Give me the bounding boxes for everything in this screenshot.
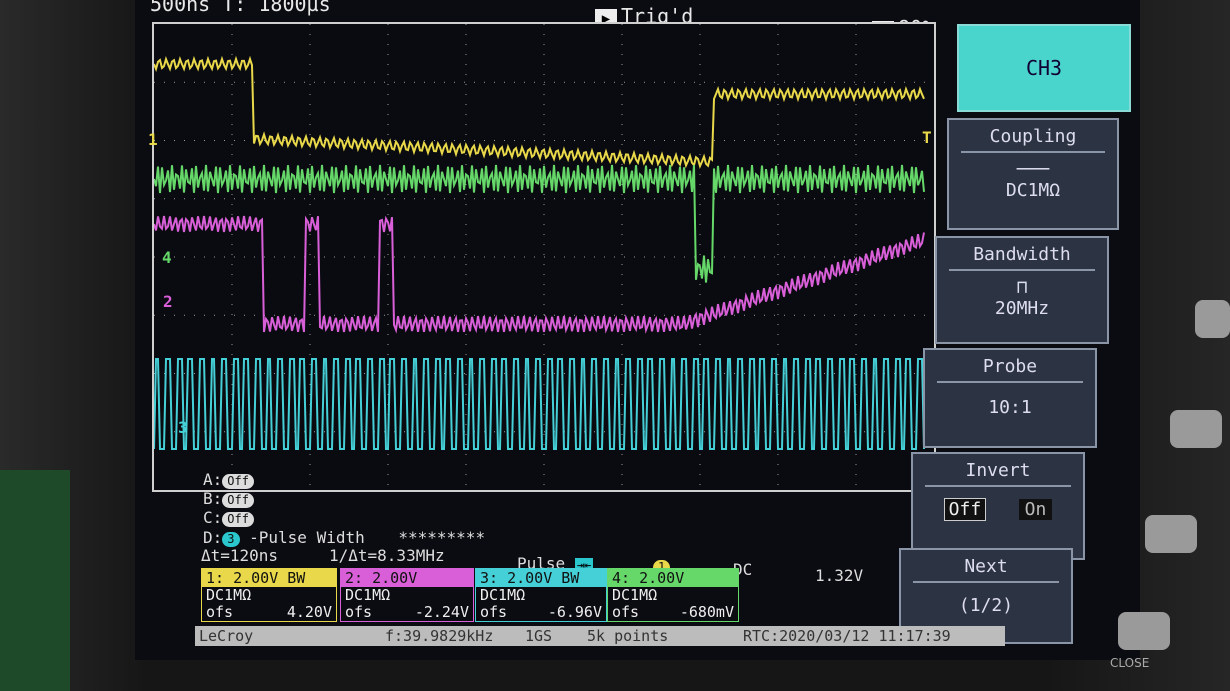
circuit-board (0, 470, 70, 691)
ch3-bw-limit: BW (561, 569, 580, 587)
measure-a-row[interactable]: A: Off (203, 470, 254, 489)
ch2-ofs-label: ofs (345, 603, 373, 621)
brand-logo: LeCroy (199, 627, 254, 645)
probe-button[interactable]: Probe 10:1 (923, 348, 1097, 448)
measure-d-label: D: (203, 528, 223, 547)
ch3-menu-header[interactable]: CH3 (957, 24, 1131, 112)
ch1-bw-limit: BW (287, 569, 306, 587)
bottom-status-bar: LeCroy f:39.9829kHz 1GS 5k points RTC:20… (195, 626, 1005, 646)
measure-d-channel: 3 (222, 532, 240, 547)
ch3-trace (154, 358, 925, 450)
measure-d-value: ********* (398, 528, 486, 547)
channel-menu: CH3 Coupling ─── DC1MΩ Bandwidth ⊓ 20MHz… (899, 22, 1140, 644)
ch4-info[interactable]: 4: 2.00V DC1MΩ ofs -680mV (607, 568, 739, 622)
record-length: 5k points (587, 627, 669, 645)
coupling-button[interactable]: Coupling ─── DC1MΩ (947, 118, 1119, 230)
probe-title: Probe (937, 350, 1083, 383)
ch2-coupling: DC1MΩ (345, 586, 391, 604)
panel-button[interactable] (1145, 515, 1197, 553)
measure-c-row[interactable]: C: Off (203, 508, 254, 527)
measure-b-status: Off (222, 493, 254, 508)
sample-rate: 1GS (525, 627, 553, 645)
ch2-offset: -2.24V (414, 603, 469, 621)
trigger-frequency: f:39.9829kHz (385, 627, 494, 645)
invert-off-option[interactable]: Off (943, 498, 987, 521)
ch4-trace (154, 164, 925, 283)
trigger-level-readout: 1.32V (815, 566, 864, 585)
measure-a-status: Off (222, 474, 254, 489)
next-title: Next (913, 550, 1059, 583)
measure-d-row[interactable]: D: 3 -Pulse Width ********* (203, 528, 485, 547)
real-time-clock: RTC:2020/03/12 11:17:39 (743, 627, 951, 645)
ch1-info[interactable]: 1: 2.00V BW DC1MΩ ofs 4.20V (201, 568, 337, 622)
measure-b-row[interactable]: B: Off (203, 489, 254, 508)
coupling-title: Coupling (961, 120, 1105, 153)
measure-d-param: -Pulse Width (249, 528, 365, 547)
ch3-ofs-label: ofs (480, 603, 508, 621)
dc-coupling-icon: ─── (1016, 159, 1050, 180)
bandwidth-button[interactable]: Bandwidth ⊓ 20MHz (935, 236, 1109, 344)
bandwidth-filter-icon: ⊓ (1016, 277, 1028, 298)
invert-on-option[interactable]: On (1018, 499, 1053, 520)
ch3-info[interactable]: 3: 2.00V BW DC1MΩ ofs -6.96V (475, 568, 607, 622)
measure-c-label: C: (203, 508, 223, 527)
ch2-marker[interactable]: 2 (163, 292, 173, 311)
next-page: (1/2) (958, 595, 1014, 616)
cursor-delta-t: Δt=120ns (201, 546, 279, 565)
ch4-scale: 4: 2.00V (612, 569, 685, 587)
measure-b-label: B: (203, 489, 223, 508)
ch1-coupling: DC1MΩ (206, 586, 252, 604)
ch4-marker[interactable]: 4 (162, 248, 172, 267)
ch3-scale: 3: 2.00V (480, 569, 553, 587)
ch2-trace (154, 215, 925, 334)
measure-a-label: A: (203, 470, 223, 489)
ch4-ofs-label: ofs (612, 603, 640, 621)
ch1-scale: 1: 2.00V (206, 569, 279, 587)
timebase-readout: 500ns T: 1800µs (150, 0, 331, 16)
ch1-trace (154, 55, 925, 170)
ch1-ofs-label: ofs (206, 603, 234, 621)
ch4-coupling: DC1MΩ (612, 586, 658, 604)
bandwidth-value: 20MHz (994, 298, 1050, 319)
probe-value: 10:1 (988, 397, 1032, 418)
waveform-display[interactable] (152, 22, 936, 492)
waveform-canvas (154, 24, 934, 490)
close-knob[interactable] (1118, 612, 1170, 650)
invert-button[interactable]: Invert Off On (911, 452, 1085, 560)
bandwidth-title: Bandwidth (949, 238, 1095, 271)
ch3-marker[interactable]: 3 (178, 418, 188, 437)
close-label: CLOSE (1110, 656, 1150, 670)
coupling-value: DC1MΩ (1005, 180, 1061, 201)
measure-c-status: Off (222, 512, 254, 527)
panel-button[interactable] (1170, 410, 1222, 448)
panel-button[interactable] (1195, 300, 1230, 338)
ch3-coupling: DC1MΩ (480, 586, 526, 604)
ch3-offset: -6.96V (547, 603, 602, 621)
ch2-info[interactable]: 2: 2.00V DC1MΩ ofs -2.24V (340, 568, 474, 622)
trigger-level-marker[interactable]: T (922, 128, 932, 147)
ch2-scale: 2: 2.00V (345, 569, 418, 587)
ch1-marker[interactable]: 1 (148, 130, 158, 149)
invert-title: Invert (925, 454, 1071, 487)
cursor-inverse-delta-t: 1/Δt=8.33MHz (329, 546, 445, 565)
ch4-offset: -680mV (679, 603, 734, 621)
ch1-offset: 4.20V (286, 603, 332, 621)
